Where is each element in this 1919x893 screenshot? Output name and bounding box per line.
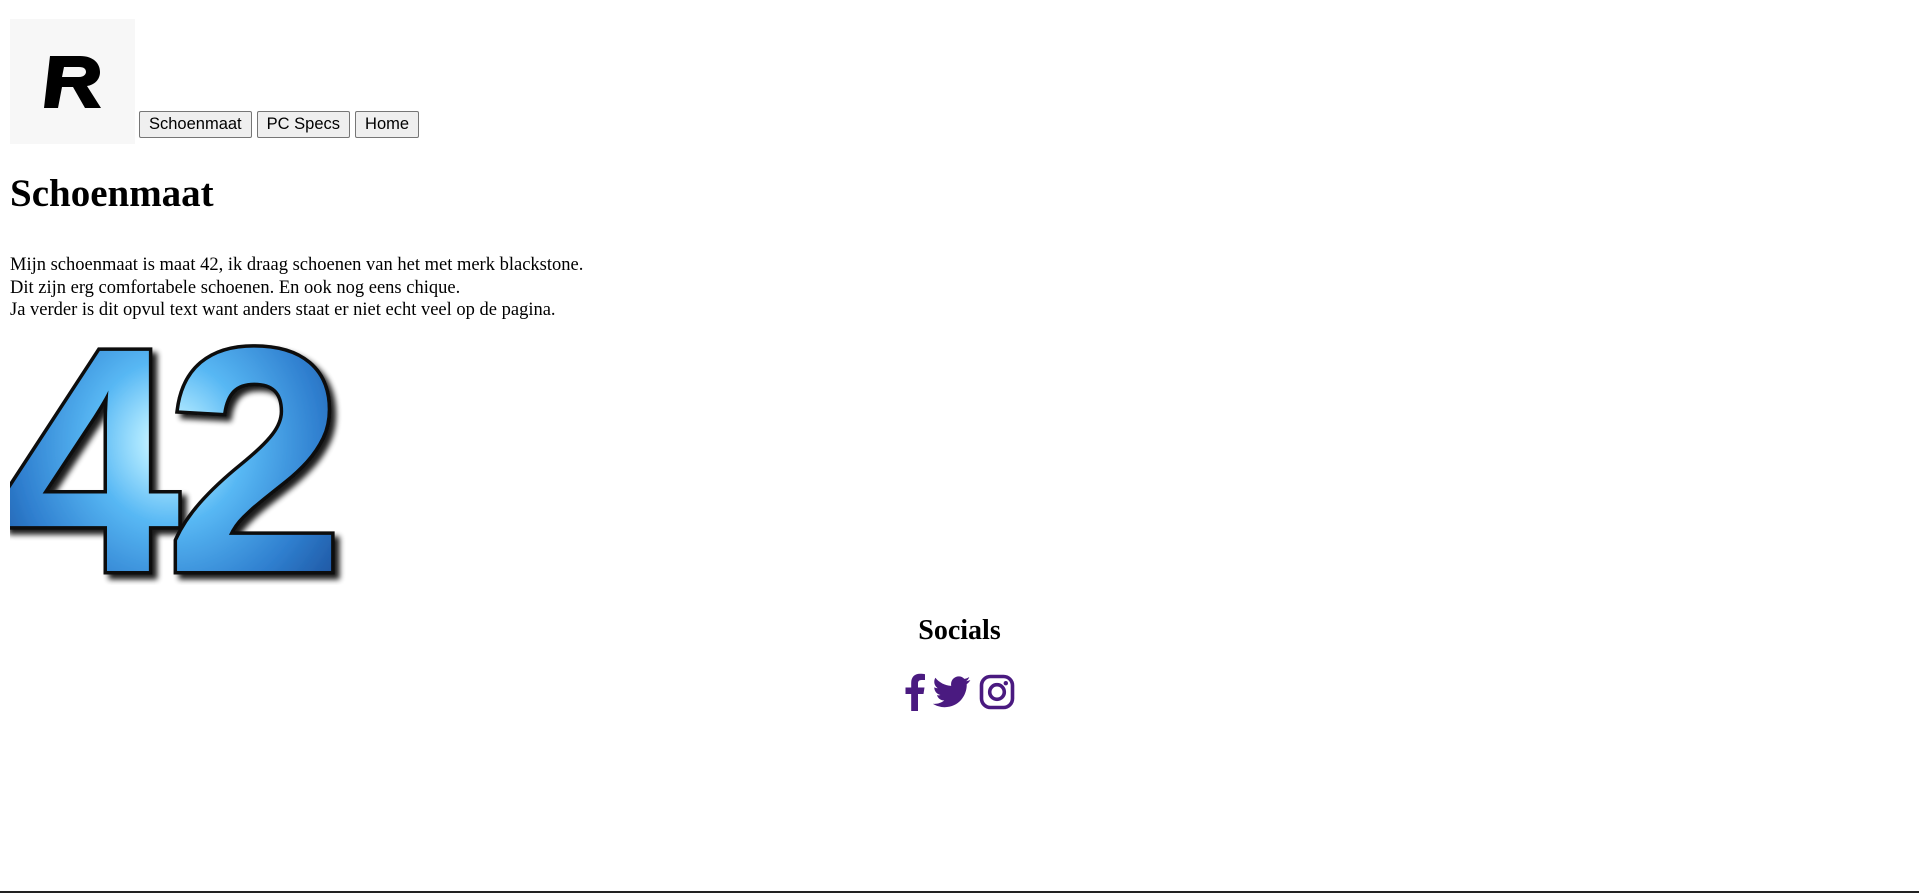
intro-text: Mijn schoenmaat is maat 42, ik draag sch… [10, 254, 583, 322]
facebook-icon[interactable] [905, 673, 925, 711]
intro-line: Dit zijn erg comfortabele schoenen. En o… [10, 277, 461, 298]
nav-button-home[interactable]: Home [355, 111, 420, 138]
socials-title: Socials [918, 615, 1001, 646]
logo[interactable] [10, 19, 135, 144]
page-title: Schoenmaat [10, 172, 214, 215]
nav-button-schoenmaat[interactable]: Schoenmaat [139, 111, 252, 138]
size-42-image: 42 [10, 335, 353, 585]
socials-section: Socials [10, 614, 1909, 711]
nav-button-pc-specs[interactable]: PC Specs [256, 111, 351, 138]
size-42-text: 42 [10, 335, 336, 585]
navbar: Schoenmaat PC Specs Home [10, 10, 1909, 144]
intro-line: Ja verder is dit opvul text want anders … [10, 300, 556, 321]
page: Schoenmaat PC Specs Home Schoenmaat Mijn… [10, 10, 1909, 711]
intro-line: Mijn schoenmaat is maat 42, ik draag sch… [10, 255, 584, 275]
instagram-icon[interactable] [979, 674, 1015, 710]
twitter-icon[interactable] [932, 676, 971, 708]
social-icons [10, 673, 1909, 711]
r-logo-icon [43, 55, 101, 108]
